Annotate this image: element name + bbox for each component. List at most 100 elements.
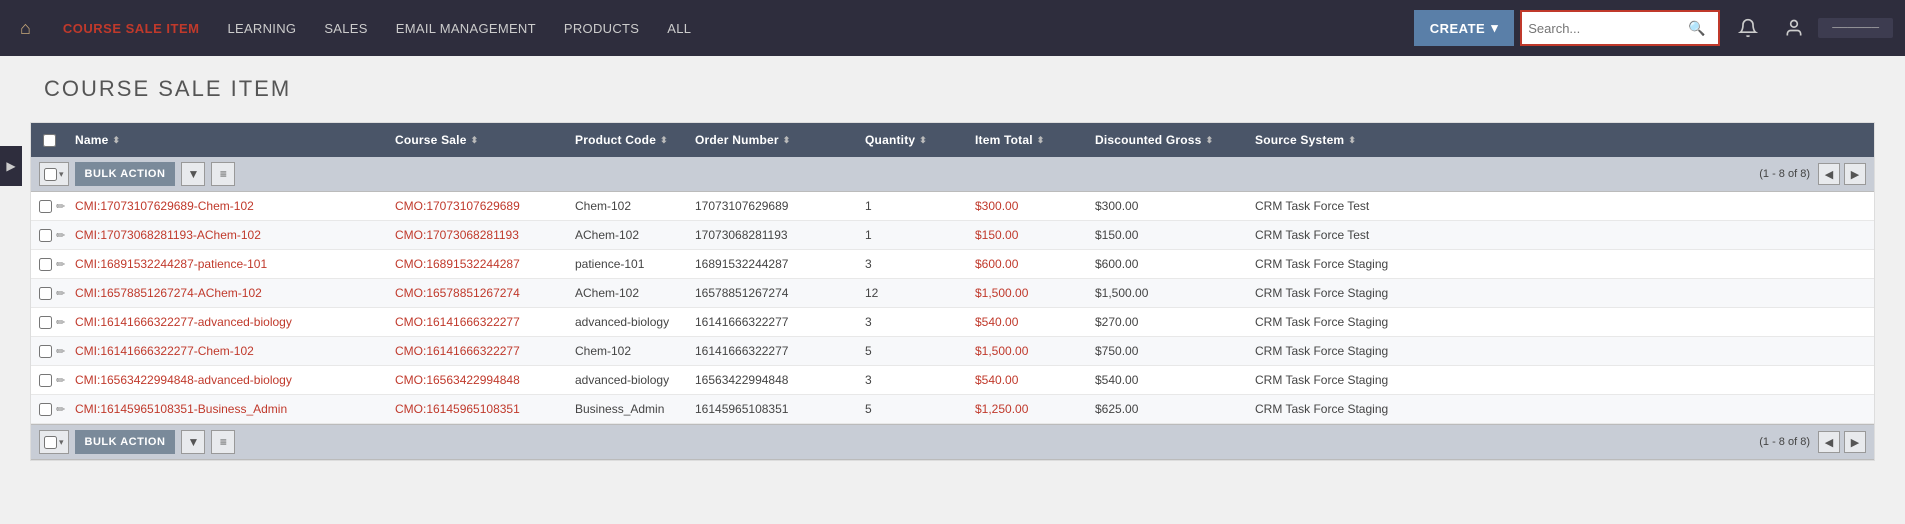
course-sale-link-5[interactable]: CMO:16141666322277 [395,344,520,358]
bottom-pagination-info: (1 - 8 of 8) [1759,436,1810,448]
cell-quantity-0: 1 [857,192,967,220]
name-link-6[interactable]: CMI:16563422994848-advanced-biology [75,373,292,387]
item-total-link-7[interactable]: $1,250.00 [975,402,1028,416]
edit-icon-0[interactable]: ✏ [56,200,65,213]
row-checkbox-1[interactable] [39,229,52,242]
bottom-filter-icon: ▼ [187,435,199,449]
cell-order-number-5: 16141666322277 [687,337,857,365]
prev-page-button[interactable]: ◀ [1818,163,1840,185]
row-checkbox-3[interactable] [39,287,52,300]
cell-course-sale-3: CMO:16578851267274 [387,279,567,307]
nav-brand[interactable]: COURSE SALE ITEM [49,21,214,36]
sort-order-number-icon[interactable]: ⬍ [783,135,791,146]
row-checkbox-7[interactable] [39,403,52,416]
cell-quantity-1: 1 [857,221,967,249]
edit-icon-6[interactable]: ✏ [56,374,65,387]
edit-icon-5[interactable]: ✏ [56,345,65,358]
sort-course-sale-icon[interactable]: ⬍ [471,135,479,146]
course-sale-link-3[interactable]: CMO:16578851267274 [395,286,520,300]
row-checkbox-cell: ✏ [31,193,67,220]
bulk-checkbox-dropdown[interactable]: ▾ [39,162,69,186]
cell-item-total-6: $540.00 [967,366,1087,394]
nav-email-management[interactable]: EMAIL MANAGEMENT [382,21,550,36]
name-link-0[interactable]: CMI:17073107629689-Chem-102 [75,199,254,213]
item-total-link-6[interactable]: $540.00 [975,373,1018,387]
search-input[interactable] [1528,21,1688,36]
notifications-icon[interactable] [1730,10,1766,46]
name-link-3[interactable]: CMI:16578851267274-AChem-102 [75,286,262,300]
top-toolbar: ▾ BULK ACTION ▼ ≡ (1 - 8 of 8) ◀ ▶ [31,157,1874,192]
row-checkbox-6[interactable] [39,374,52,387]
course-sale-link-2[interactable]: CMO:16891532244287 [395,257,520,271]
item-total-link-0[interactable]: $300.00 [975,199,1018,213]
name-link-5[interactable]: CMI:16141666322277-Chem-102 [75,344,254,358]
filter-button[interactable]: ▼ [181,162,205,186]
item-total-link-3[interactable]: $1,500.00 [975,286,1028,300]
edit-icon-7[interactable]: ✏ [56,403,65,416]
bottom-next-page-button[interactable]: ▶ [1844,431,1866,453]
name-link-2[interactable]: CMI:16891532244287-patience-101 [75,257,267,271]
table-row: ✏ CMI:16891532244287-patience-101 CMO:16… [31,250,1874,279]
col-header-item-total: Item Total ⬍ [967,123,1087,157]
bottom-bulk-checkbox-dropdown[interactable]: ▾ [39,430,69,454]
bulk-checkbox[interactable] [44,168,57,181]
item-total-link-4[interactable]: $540.00 [975,315,1018,329]
bottom-filter-button[interactable]: ▼ [181,430,205,454]
sort-name-icon[interactable]: ⬍ [112,135,120,146]
course-sale-link-0[interactable]: CMO:17073107629689 [395,199,520,213]
col-header-source-system: Source System ⬍ [1247,123,1874,157]
course-sale-link-6[interactable]: CMO:16563422994848 [395,373,520,387]
cell-product-code-0: Chem-102 [567,192,687,220]
bottom-bulk-action-button[interactable]: BULK ACTION [75,430,176,454]
nav-sales[interactable]: SALES [310,21,381,36]
cell-course-sale-2: CMO:16891532244287 [387,250,567,278]
name-link-1[interactable]: CMI:17073068281193-AChem-102 [75,228,261,242]
bottom-prev-page-button[interactable]: ◀ [1818,431,1840,453]
nav-learning[interactable]: LEARNING [213,21,310,36]
col-header-discounted-gross: Discounted Gross ⬍ [1087,123,1247,157]
list-icon: ≡ [220,167,227,181]
next-page-button[interactable]: ▶ [1844,163,1866,185]
sort-source-system-icon[interactable]: ⬍ [1348,135,1356,146]
cell-source-system-6: CRM Task Force Staging [1247,366,1874,394]
bottom-list-view-button[interactable]: ≡ [211,430,235,454]
edit-icon-4[interactable]: ✏ [56,316,65,329]
row-checkbox-4[interactable] [39,316,52,329]
bottom-bulk-checkbox[interactable] [44,436,57,449]
sort-product-code-icon[interactable]: ⬍ [660,135,668,146]
row-checkbox-5[interactable] [39,345,52,358]
course-sale-link-7[interactable]: CMO:16145965108351 [395,402,520,416]
table-row: ✏ CMI:16578851267274-AChem-102 CMO:16578… [31,279,1874,308]
home-icon[interactable]: ⌂ [12,18,39,39]
course-sale-link-4[interactable]: CMO:16141666322277 [395,315,520,329]
col-header-name: Name ⬍ [67,123,387,157]
name-link-7[interactable]: CMI:16145965108351-Business_Admin [75,402,287,416]
edit-icon-2[interactable]: ✏ [56,258,65,271]
row-checkbox-0[interactable] [39,200,52,213]
item-total-link-2[interactable]: $600.00 [975,257,1018,271]
sort-item-total-icon[interactable]: ⬍ [1037,135,1045,146]
cell-quantity-3: 12 [857,279,967,307]
row-checkbox-2[interactable] [39,258,52,271]
course-sale-link-1[interactable]: CMO:17073068281193 [395,228,519,242]
cell-item-total-5: $1,500.00 [967,337,1087,365]
cell-product-code-4: advanced-biology [567,308,687,336]
sort-quantity-icon[interactable]: ⬍ [919,135,927,146]
nav-all[interactable]: ALL [653,21,705,36]
edit-icon-1[interactable]: ✏ [56,229,65,242]
sort-discounted-gross-icon[interactable]: ⬍ [1206,135,1214,146]
bulk-action-button[interactable]: BULK ACTION [75,162,176,186]
item-total-link-5[interactable]: $1,500.00 [975,344,1028,358]
item-total-link-1[interactable]: $150.00 [975,228,1018,242]
list-view-button[interactable]: ≡ [211,162,235,186]
select-all-checkbox[interactable] [43,134,56,147]
user-icon[interactable] [1776,10,1812,46]
edit-icon-3[interactable]: ✏ [56,287,65,300]
cell-product-code-2: patience-101 [567,250,687,278]
search-icon[interactable]: 🔍 [1688,20,1705,37]
name-link-4[interactable]: CMI:16141666322277-advanced-biology [75,315,292,329]
create-button[interactable]: CREATE ▾ [1414,10,1515,46]
table-row: ✏ CMI:17073107629689-Chem-102 CMO:170731… [31,192,1874,221]
row-checkbox-cell: ✏ [31,280,67,307]
nav-products[interactable]: PRODUCTS [550,21,653,36]
